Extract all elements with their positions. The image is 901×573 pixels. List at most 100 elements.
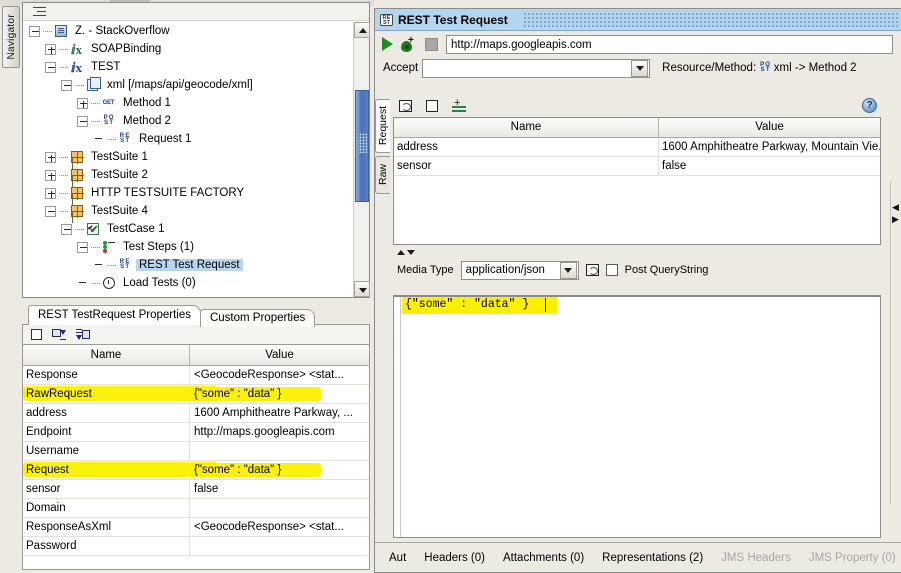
run-and-add-assertion-button[interactable]: +: [401, 35, 417, 52]
tree-expander[interactable]: [45, 169, 56, 181]
properties-row[interactable]: Username: [23, 442, 369, 461]
tree-scroll-up-button[interactable]: [354, 22, 370, 38]
property-name: Response: [23, 366, 190, 384]
accept-combobox[interactable]: [422, 58, 651, 78]
property-value: {"some" : "data" }: [194, 388, 282, 400]
properties-table[interactable]: Name Value Response <GeocodeResponse> <st…: [22, 344, 370, 570]
request-vtab-request[interactable]: Request: [375, 99, 390, 153]
bottom-tab-aut[interactable]: Aut: [389, 552, 406, 564]
properties-tab-custom-properties[interactable]: Custom Properties: [199, 309, 316, 327]
request-vtab-raw[interactable]: Raw: [375, 156, 390, 194]
parameters-table[interactable]: Name Value address 1600 Amphitheatre Park…: [393, 117, 881, 245]
properties-row[interactable]: Domain: [23, 499, 369, 518]
bottom-tab-headers-0[interactable]: Headers (0): [424, 552, 485, 564]
tree-expander[interactable]: [45, 205, 56, 217]
tree-expander[interactable]: [29, 25, 40, 37]
tree-expander[interactable]: [77, 97, 88, 109]
tree-expander[interactable]: [45, 151, 56, 163]
tree-expander[interactable]: [45, 187, 56, 199]
toggle-view-icon[interactable]: [31, 329, 42, 340]
tree-item-soapbinding[interactable]: ⅈx SOAPBinding: [23, 40, 353, 58]
move-down-icon[interactable]: [407, 249, 415, 255]
editor-content: {"some" : "data" }: [405, 298, 530, 311]
tree-scroll-down-button[interactable]: [354, 281, 370, 297]
tree-item-testsuite-2[interactable]: TestSuite 2: [23, 166, 353, 184]
move-up-icon[interactable]: [397, 249, 405, 255]
tree-item-xml-maps-api-geocode-xml[interactable]: xml [/maps/api/geocode/xml]: [23, 76, 353, 94]
post-querystring-checkbox[interactable]: [605, 264, 618, 276]
tree-expander[interactable]: [61, 79, 72, 91]
run-button[interactable]: [382, 37, 393, 51]
parameter-row[interactable]: sensor false: [394, 157, 880, 176]
properties-row[interactable]: Response <GeocodeResponse> <stat...: [23, 366, 369, 385]
properties-row[interactable]: RawRequest {"some" : "data" }: [23, 385, 369, 404]
request-bottom-tabs[interactable]: Aut Headers (0) Attachments (0) Representat…: [375, 543, 901, 572]
properties-row[interactable]: Endpoint http://maps.googleapis.com: [23, 423, 369, 442]
media-type-refresh-icon[interactable]: [585, 264, 599, 276]
post-method-icon: P OS T: [760, 62, 770, 73]
tree-expander[interactable]: [45, 61, 56, 73]
properties-tab-rest-testrequest-properties[interactable]: REST TestRequest Properties: [28, 305, 201, 325]
request-body-editor[interactable]: {"some" : "data" }: [393, 295, 881, 538]
form-view-icon[interactable]: [426, 100, 438, 112]
property-value: [190, 442, 369, 460]
tree-scroll-thumb[interactable]: [355, 90, 369, 202]
properties-row[interactable]: Password: [23, 537, 369, 556]
tree-item-method-1[interactable]: GET Method 1: [23, 94, 353, 112]
accept-dropdown-arrow[interactable]: [631, 59, 649, 77]
properties-row[interactable]: sensor false: [23, 480, 369, 499]
add-parameter-icon[interactable]: +: [452, 98, 468, 112]
bottom-tab-representations-2[interactable]: Representations (2): [602, 552, 703, 564]
properties-icon[interactable]: [399, 100, 412, 112]
chevron-right-icon[interactable]: ▶: [892, 215, 899, 224]
bottom-tab-jms-headers[interactable]: JMS Headers: [721, 552, 791, 564]
tree-item-test-steps-1[interactable]: Test Steps (1): [23, 238, 353, 256]
tree-item-method-2[interactable]: P OS T Method 2: [23, 112, 353, 130]
properties-row[interactable]: ResponseAsXml <GeocodeResponse> <stat...: [23, 518, 369, 537]
tree-scrollbar[interactable]: [353, 22, 370, 297]
navigator-tab[interactable]: Navigator: [2, 6, 20, 68]
tree-item-testsuite-1[interactable]: TestSuite 1: [23, 148, 353, 166]
media-type-dropdown-arrow[interactable]: [559, 261, 577, 279]
help-icon[interactable]: ?: [862, 98, 877, 113]
request-vertical-tabs[interactable]: Request Raw: [375, 99, 391, 197]
property-value: <GeocodeResponse> <stat...: [194, 369, 344, 381]
tree-item-test[interactable]: ⅈx TEST: [23, 58, 353, 76]
tree-item-z-stackoverflow[interactable]: Z. - StackOverflow: [23, 22, 353, 40]
properties-row[interactable]: Request {"some" : "data" }: [23, 461, 369, 480]
bottom-tab-jms-property-0[interactable]: JMS Property (0): [809, 552, 896, 564]
parameter-row[interactable]: address 1600 Amphitheatre Parkway, Mounta…: [394, 138, 880, 157]
tree-expander[interactable]: [77, 241, 88, 253]
tree-expander[interactable]: [45, 43, 56, 55]
tree-item-http-testsuite-factory[interactable]: HTTP TESTSUITE FACTORY: [23, 184, 353, 202]
navigator-tab-label: Navigator: [5, 14, 17, 60]
properties-row[interactable]: address 1600 Amphitheatre Parkway, ...: [23, 404, 369, 423]
tree-item-rest-test-request[interactable]: R ES T REST Test Request: [23, 256, 353, 274]
tree-item-testcase-1[interactable]: ✔ TestCase 1: [23, 220, 353, 238]
stop-button[interactable]: [425, 37, 438, 51]
tree-options-icon[interactable]: [33, 6, 46, 17]
parameter-order-spinner[interactable]: [391, 245, 883, 259]
tree-item-label: Request 1: [139, 133, 192, 145]
tree-expander[interactable]: [61, 223, 72, 235]
tree-item-load-tests-0[interactable]: Load Tests (0): [23, 274, 353, 292]
sort-descending-icon[interactable]: [76, 329, 90, 340]
chevron-left-icon[interactable]: ◀: [892, 203, 899, 212]
tree-item-label: Load Tests (0): [123, 277, 196, 289]
get-method-icon: GET: [102, 99, 115, 106]
project-tree[interactable]: Z. - StackOverflow ⅈx SOAPBinding ⅈx TEST xml…: [23, 22, 353, 297]
properties-tabs[interactable]: REST TestRequest Properties Custom Proper…: [22, 305, 370, 327]
media-type-combobox[interactable]: application/json: [460, 260, 579, 280]
bottom-tab-attachments-0[interactable]: Attachments (0): [503, 552, 584, 564]
request-window-titlebar: RE ST REST Test Request: [375, 9, 901, 31]
properties-panel: REST TestRequest Properties Custom Proper…: [22, 305, 370, 573]
endpoint-input[interactable]: http://maps.googleapis.com: [446, 34, 893, 54]
testcase-icon: ✔: [85, 222, 100, 236]
right-panel-collapse-strip[interactable]: ◀ ▶: [890, 181, 901, 504]
tree-item-label: HTTP TESTSUITE FACTORY: [91, 187, 245, 199]
interface-icon: ⅈx: [70, 41, 83, 57]
tree-expander[interactable]: [77, 115, 88, 127]
tree-item-request-1[interactable]: R ES T Request 1: [23, 130, 353, 148]
sort-ascending-icon[interactable]: [52, 329, 66, 340]
tree-item-testsuite-4[interactable]: TestSuite 4: [23, 202, 353, 220]
